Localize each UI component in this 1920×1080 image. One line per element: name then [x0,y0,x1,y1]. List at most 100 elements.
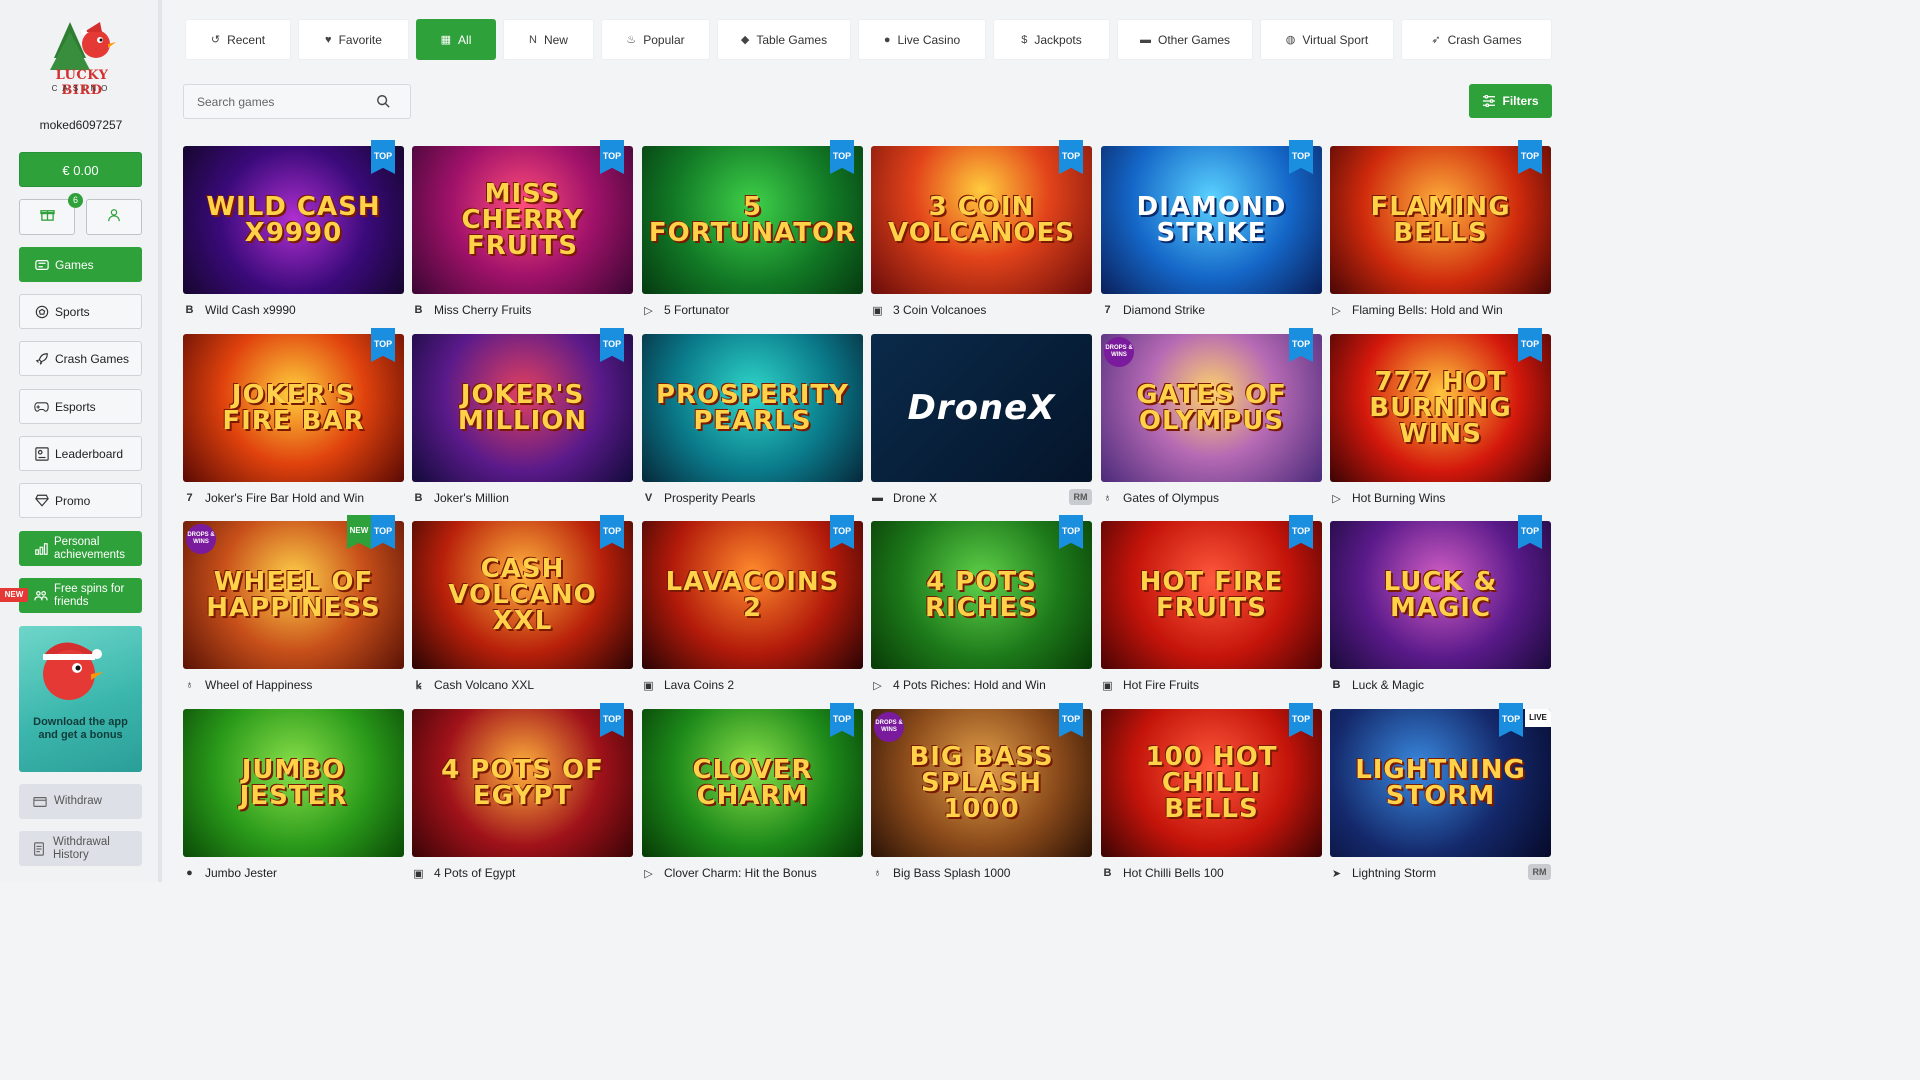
game-name[interactable]: Lava Coins 2 [664,678,734,692]
game-thumbnail[interactable]: FLAMING BELLS [1330,146,1551,294]
game-tile[interactable]: PROSPERITY PEARLS V Prosperity Pearls [642,334,863,506]
game-name[interactable]: Joker's Fire Bar Hold and Win [205,491,364,505]
tab-jackpots[interactable]: $ Jackpots [993,19,1110,60]
game-name[interactable]: Diamond Strike [1123,303,1205,317]
game-name[interactable]: Hot Burning Wins [1352,491,1445,505]
game-thumbnail[interactable]: 100 HOT CHILLI BELLS [1101,709,1322,857]
game-tile[interactable]: JOKER'S MILLION TOP B Joker's Million [412,328,633,506]
game-thumbnail[interactable]: 5 FORTUNATOR [642,146,863,294]
game-thumbnail[interactable]: BIG BASS SPLASH 1000 DROPS & WINS [871,709,1092,857]
game-thumbnail[interactable]: MISS CHERRY FRUITS [412,146,633,294]
game-tile[interactable]: HOT FIRE FRUITS TOP ▣ Hot Fire Fruits [1101,515,1322,693]
tab-recent[interactable]: ↺ Recent [185,19,291,60]
game-name[interactable]: 3 Coin Volcanoes [893,303,986,317]
sidebar-item-games[interactable]: Games [19,247,142,282]
game-name[interactable]: Wild Cash x9990 [205,303,296,317]
game-tile[interactable]: 4 POTS RICHES TOP ▷ 4 Pots Riches: Hold and… [871,515,1092,693]
balance-button[interactable]: € 0.00 [19,152,142,187]
withdrawal-history-button[interactable]: Withdrawal History [19,831,142,866]
game-name[interactable]: Gates of Olympus [1123,491,1219,505]
sidebar-item-crash-games[interactable]: Crash Games [19,341,142,376]
game-thumbnail[interactable]: 777 HOT BURNING WINS [1330,334,1551,482]
game-thumbnail[interactable]: PROSPERITY PEARLS [642,334,863,482]
game-name[interactable]: Joker's Million [434,491,509,505]
casino-logo[interactable]: LUCKY BIRD CASINO [40,18,124,100]
game-tile[interactable]: LAVACOINS 2 TOP ▣ Lava Coins 2 [642,515,863,693]
game-tile[interactable]: DroneX ▬ Drone X RM [871,334,1092,506]
tab-virtual-sport[interactable]: ◍ Virtual Sport [1260,19,1394,60]
game-tile[interactable]: 5 FORTUNATOR TOP ▷ 5 Fortunator [642,140,863,318]
game-tile[interactable]: CASH VOLCANO XXL TOP ꝃ Cash Volcano XXL [412,515,633,693]
game-tile[interactable]: CLOVER CHARM TOP ▷ Clover Charm: Hit the Bo… [642,703,863,881]
filters-button[interactable]: Filters [1469,84,1552,118]
game-thumbnail[interactable]: JOKER'S FIRE BAR [183,334,404,482]
search-icon[interactable] [376,94,390,111]
game-thumbnail[interactable]: GATES OF OLYMPUS DROPS & WINS [1101,334,1322,482]
game-thumbnail[interactable]: DroneX [871,334,1092,482]
game-name[interactable]: Hot Fire Fruits [1123,678,1199,692]
withdraw-button[interactable]: Withdraw [19,784,142,819]
gifts-button[interactable]: 6 [19,193,83,235]
tab-live-casino[interactable]: ● Live Casino [858,19,986,60]
game-tile[interactable]: BIG BASS SPLASH 1000 DROPS & WINS TOP ♁ Big … [871,703,1092,881]
game-name[interactable]: Miss Cherry Fruits [434,303,531,317]
game-tile[interactable]: GATES OF OLYMPUS DROPS & WINS TOP ♁ Gates of… [1101,328,1322,506]
game-tile[interactable]: 3 COIN VOLCANOES TOP ▣ 3 Coin Volcanoes [871,140,1092,318]
game-name[interactable]: Hot Chilli Bells 100 [1123,866,1224,880]
sidebar-item-promo[interactable]: Promo [19,483,142,518]
game-thumbnail[interactable]: JOKER'S MILLION [412,334,633,482]
game-name[interactable]: Wheel of Happiness [205,678,312,692]
game-tile[interactable]: DIAMOND STRIKE TOP 7 Diamond Strike [1101,140,1322,318]
profile-button[interactable] [86,199,142,235]
tab-new[interactable]: N New [503,19,594,60]
game-name[interactable]: Clover Charm: Hit the Bonus [664,866,817,880]
game-name[interactable]: Lightning Storm [1352,866,1436,880]
tab-table-games[interactable]: ◆ Table Games [717,19,851,60]
tab-other-games[interactable]: ▬ Other Games [1117,19,1253,60]
game-tile[interactable]: MISS CHERRY FRUITS TOP B Miss Cherry Fruits [412,140,633,318]
sidebar-item-free-spins[interactable]: Free spins for friends [19,578,142,613]
game-tile[interactable]: LIGHTNING STORM LIVE TOP ➤ Lightning Storm RM [1330,703,1551,881]
game-tile[interactable]: 100 HOT CHILLI BELLS TOP B Hot Chilli Bells… [1101,703,1322,881]
game-name[interactable]: 5 Fortunator [664,303,729,317]
game-thumbnail[interactable]: LUCK & MAGIC [1330,521,1551,669]
game-thumbnail[interactable]: CLOVER CHARM [642,709,863,857]
game-thumbnail[interactable]: WILD CASH X9990 [183,146,404,294]
game-tile[interactable]: JOKER'S FIRE BAR TOP 7 Joker's Fire Bar Hol… [183,328,404,506]
game-tile[interactable]: 4 POTS OF EGYPT TOP ▣ 4 Pots of Egypt [412,703,633,881]
search-input[interactable]: Search games [183,84,411,119]
game-thumbnail[interactable]: LAVACOINS 2 [642,521,863,669]
game-thumbnail[interactable]: JUMBO JESTER [183,709,404,857]
game-tile[interactable]: FLAMING BELLS TOP ▷ Flaming Bells: Hold and… [1330,140,1551,318]
game-name[interactable]: Luck & Magic [1352,678,1424,692]
sidebar-item-sports[interactable]: Sports [19,294,142,329]
game-name[interactable]: Flaming Bells: Hold and Win [1352,303,1503,317]
tab-all[interactable]: ▦ All [416,19,496,60]
tab-crash-games[interactable]: ➶ Crash Games [1401,19,1552,60]
app-download-banner[interactable]: Download the app and get a bonus [19,626,142,772]
game-name[interactable]: Jumbo Jester [205,866,277,880]
game-name[interactable]: Big Bass Splash 1000 [893,866,1010,880]
sidebar-item-leaderboard[interactable]: Leaderboard [19,436,142,471]
game-tile[interactable]: 777 HOT BURNING WINS TOP ▷ Hot Burning Wins [1330,328,1551,506]
game-tile[interactable]: WILD CASH X9990 TOP B Wild Cash x9990 [183,140,404,318]
game-name[interactable]: Drone X [893,491,937,505]
game-tile[interactable]: WHEEL OF HAPPINESS DROPS & WINS TOP NEW ♁ Whe… [183,515,404,693]
tab-favorite[interactable]: ♥ Favorite [298,19,409,60]
game-thumbnail[interactable]: CASH VOLCANO XXL [412,521,633,669]
game-thumbnail[interactable]: 4 POTS OF EGYPT [412,709,633,857]
game-name[interactable]: Cash Volcano XXL [434,678,534,692]
game-name[interactable]: 4 Pots of Egypt [434,866,515,880]
game-thumbnail[interactable]: HOT FIRE FRUITS [1101,521,1322,669]
game-thumbnail[interactable]: 4 POTS RICHES [871,521,1092,669]
game-artwork-title: MISS CHERRY FRUITS [461,179,584,261]
tab-popular[interactable]: ♨ Popular [601,19,710,60]
game-tile[interactable]: LUCK & MAGIC TOP B Luck & Magic [1330,515,1551,693]
game-thumbnail[interactable]: DIAMOND STRIKE [1101,146,1322,294]
sidebar-item-personal-achievements[interactable]: Personal achievements [19,531,142,566]
game-name[interactable]: Prosperity Pearls [664,491,755,505]
sidebar-item-esports[interactable]: Esports [19,389,142,424]
game-tile[interactable]: JUMBO JESTER ● Jumbo Jester [183,709,404,881]
game-thumbnail[interactable]: 3 COIN VOLCANOES [871,146,1092,294]
game-name[interactable]: 4 Pots Riches: Hold and Win [893,678,1046,692]
